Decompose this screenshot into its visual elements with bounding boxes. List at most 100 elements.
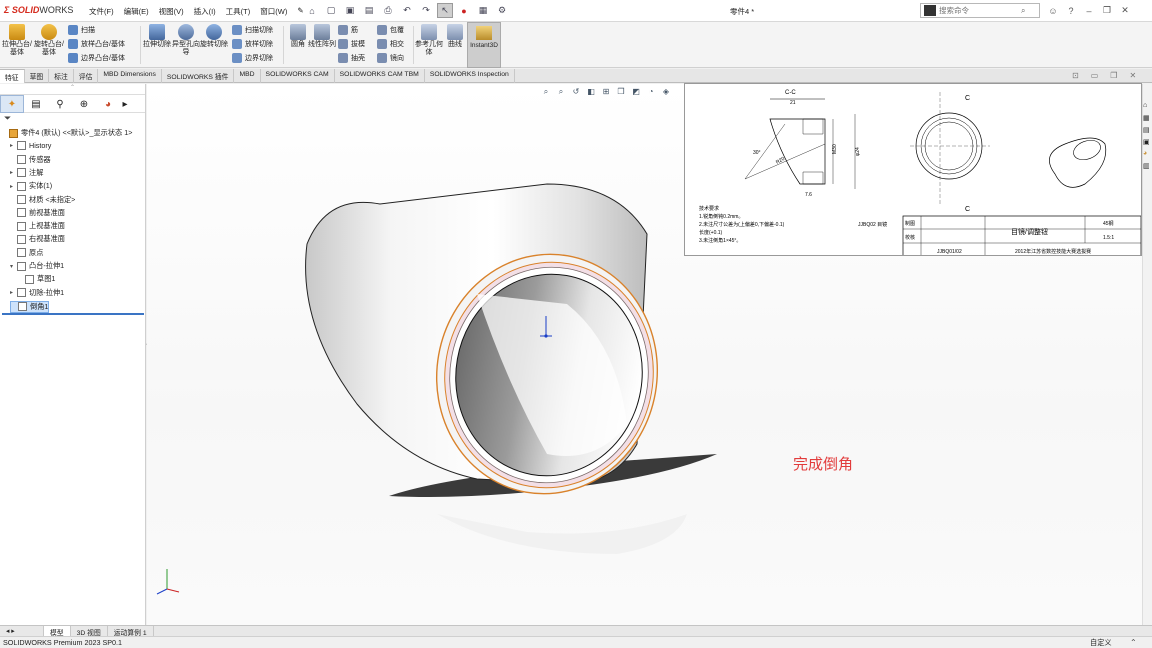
tree-item[interactable]: 原点 [10, 248, 43, 258]
hide-show-icon[interactable]: ◔ [645, 86, 657, 97]
section-view-icon[interactable]: ◧ [585, 86, 597, 97]
panel-collapse-handle[interactable]: ⌃ [0, 84, 145, 95]
display-style-icon[interactable]: ◩ [630, 86, 642, 97]
menu-window[interactable]: 窗口(W) [255, 6, 292, 17]
redo-icon[interactable]: ↷ [418, 3, 434, 18]
search-box[interactable]: ⌕ [920, 3, 1040, 18]
mirror-button[interactable]: 镜向 [377, 53, 404, 63]
close-icon[interactable]: ✕ [1118, 3, 1132, 18]
status-menu-icon[interactable]: ⌃ [1130, 638, 1137, 647]
rollback-bar[interactable] [2, 313, 144, 315]
dynamic-annotation-icon[interactable]: ⊞ [600, 86, 612, 97]
tab-features[interactable]: 特征 [0, 69, 25, 83]
expand-toggle-icon[interactable]: ▸ [10, 142, 17, 149]
tab-3d-views[interactable]: 3D 视图 [71, 626, 108, 637]
menu-view[interactable]: 视图(V) [154, 6, 189, 17]
expand-toggle-icon[interactable]: ▸ [10, 289, 17, 296]
feature-manager-tab-icon[interactable]: ✦ [0, 95, 24, 113]
more-tabs-icon[interactable]: ▸ [120, 95, 130, 113]
expand-toggle-icon[interactable]: ▾ [10, 263, 17, 270]
units-selector[interactable]: 自定义 [1090, 638, 1112, 648]
revolve-boss-button[interactable]: 旋转凸台/基体 [34, 24, 64, 57]
new-document-icon[interactable]: ▢ [323, 3, 339, 18]
tree-item[interactable]: 草图1 [18, 274, 55, 284]
select-cursor-icon[interactable]: ↖ [437, 3, 453, 18]
tree-item[interactable]: 上视基准面 [10, 221, 65, 231]
rebuild-icon[interactable]: ● [456, 3, 472, 18]
doc-close-icon[interactable]: ✕ [1129, 71, 1136, 80]
search-input[interactable] [939, 6, 1019, 15]
boundary-cut-button[interactable]: 边界切除 [232, 53, 273, 63]
shell-button[interactable]: 抽壳 [338, 53, 365, 63]
wrap-button[interactable]: 包覆 [377, 25, 404, 35]
edit-appearance-icon[interactable]: ◈ [660, 86, 672, 97]
tree-item[interactable]: 材质 <未指定> [10, 195, 75, 205]
restore-icon[interactable]: ❐ [1100, 3, 1114, 18]
tab-cam-tbm[interactable]: SOLIDWORKS CAM TBM [335, 69, 425, 83]
menu-insert[interactable]: 插入(I) [189, 6, 221, 17]
extrude-boss-button[interactable]: 拉伸凸台/基体 [2, 24, 32, 57]
doc-restore-icon[interactable]: ❐ [1110, 71, 1117, 80]
tab-cam[interactable]: SOLIDWORKS CAM [261, 69, 335, 83]
user-icon[interactable]: ☺ [1046, 3, 1060, 18]
revolve-cut-button[interactable]: 旋转切除 [199, 24, 229, 49]
file-properties-icon[interactable]: ▦ [475, 3, 491, 18]
expand-toggle-icon[interactable]: ▸ [10, 169, 17, 176]
tab-mbd[interactable]: MBD [234, 69, 261, 83]
undo-icon[interactable]: ↶ [399, 3, 415, 18]
tree-item[interactable]: ▸ 实体(1) [10, 181, 52, 191]
options-gear-icon[interactable]: ⚙ [494, 3, 510, 18]
tree-item[interactable]: 前视基准面 [10, 208, 65, 218]
menu-edit[interactable]: 编辑(E) [119, 6, 154, 17]
save-icon[interactable]: ▤ [361, 3, 377, 18]
view-palette-icon[interactable]: ▣ [1143, 138, 1152, 148]
tab-addins[interactable]: SOLIDWORKS 插件 [162, 69, 235, 83]
filter-icon[interactable]: ⏷ [0, 113, 145, 126]
expand-toggle-icon[interactable]: ▸ [10, 183, 17, 190]
tab-evaluate[interactable]: 评估 [74, 69, 99, 83]
boundary-boss-button[interactable]: 边界凸台/基体 [68, 53, 125, 63]
open-icon[interactable]: ▣ [342, 3, 358, 18]
file-explorer-icon[interactable]: ▤ [1143, 126, 1152, 136]
tab-motion-study[interactable]: 运动算例 1 [108, 626, 154, 637]
sweep-button[interactable]: 扫描 [68, 25, 95, 35]
previous-view-icon[interactable]: ↺ [570, 86, 582, 97]
extrude-cut-button[interactable]: 拉伸切除 [142, 24, 172, 49]
instant3d-button[interactable]: Instant3D [467, 22, 501, 68]
appearances-icon[interactable]: ◕ [1143, 150, 1152, 160]
configuration-manager-tab-icon[interactable]: ⚲ [48, 95, 72, 113]
loft-boss-button[interactable]: 放样凸台/基体 [68, 39, 125, 49]
doc-minimize-icon[interactable]: ▭ [1091, 71, 1099, 80]
zoom-area-icon[interactable]: ⌕ [555, 86, 567, 97]
curves-button[interactable]: 曲线 [440, 24, 470, 49]
intersect-button[interactable]: 相交 [377, 39, 404, 49]
tree-item[interactable]: 传感器 [10, 155, 51, 165]
tree-item[interactable]: 倒角1 [10, 300, 50, 313]
tree-item[interactable]: 零件4 (默认) <<默认>_显示状态 1> [2, 128, 132, 138]
tab-mbd-dimensions[interactable]: MBD Dimensions [98, 69, 162, 83]
view-orientation-icon[interactable]: ❒ [615, 86, 627, 97]
sweep-cut-button[interactable]: 扫描切除 [232, 25, 273, 35]
tree-item[interactable]: ▾ 凸台-拉伸1 [10, 261, 64, 271]
help-icon[interactable]: ? [1064, 3, 1078, 18]
loft-cut-button[interactable]: 放样切除 [232, 39, 273, 49]
menu-tools[interactable]: 工具(T) [221, 6, 256, 17]
tree-item[interactable]: ▸ History [10, 141, 51, 151]
resources-icon[interactable]: ⌂ [1143, 102, 1152, 112]
zoom-to-fit-icon[interactable]: ⌕ [540, 86, 552, 97]
tab-model[interactable]: 模型 [44, 626, 71, 637]
minimize-icon[interactable]: – [1082, 3, 1096, 18]
solidworks-logo[interactable]: Ʃ SOLIDWORKS [4, 5, 73, 15]
tab-sketch[interactable]: 草图 [25, 69, 50, 83]
search-icon[interactable]: ⌕ [1021, 6, 1025, 16]
print-icon[interactable]: ⎙ [380, 3, 396, 18]
design-library-icon[interactable]: ▦ [1143, 114, 1152, 124]
doc-tile-icon[interactable]: ⊡ [1072, 71, 1079, 80]
menu-file[interactable]: 文件(F) [84, 6, 119, 17]
home-icon[interactable]: ⌂ [304, 3, 320, 18]
rib-button[interactable]: 筋 [338, 25, 358, 35]
linear-pattern-button[interactable]: 线性阵列 [307, 24, 337, 49]
tree-item[interactable]: ▸ 注解 [10, 168, 43, 178]
tree-item[interactable]: 右视基准面 [10, 234, 65, 244]
custom-properties-icon[interactable]: ▥ [1143, 162, 1152, 172]
